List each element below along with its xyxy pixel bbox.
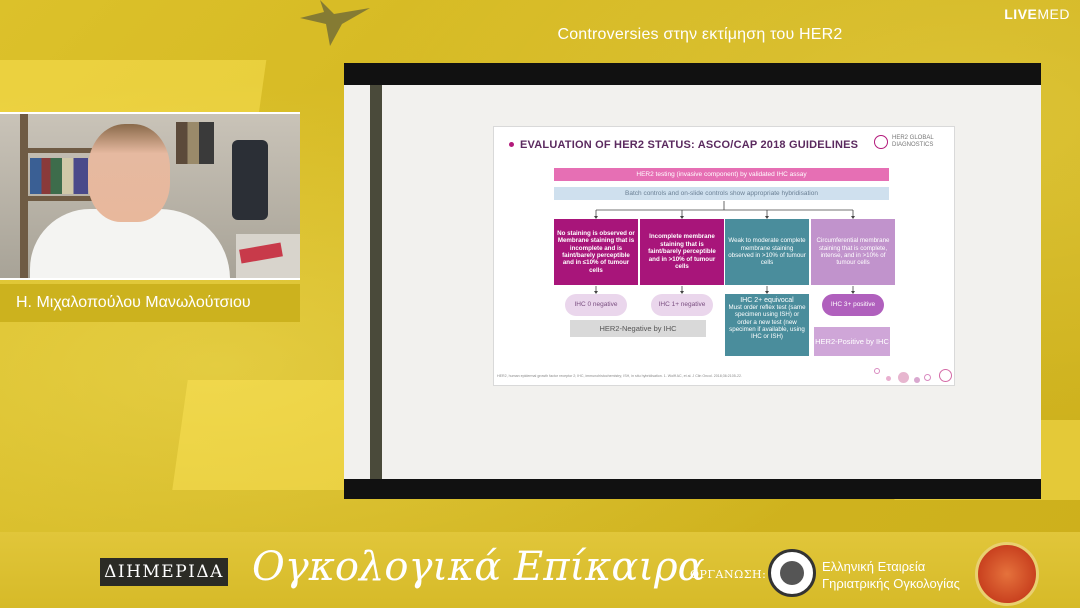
decor-circle [898,372,909,383]
positive-label: HER2-Positive by IHC [814,327,890,356]
result-ihc2: IHC 2+ equivocal Must order reflex test … [725,294,809,356]
presentation-screen: EVALUATION OF HER2 STATUS: ASCO/CAP 2018… [344,85,1041,479]
logo-live: LIVE [1004,6,1038,22]
speaker-name: Η. Μιχαλοπούλου Μανωλούτσιου [16,294,251,311]
decor-circle [914,377,920,383]
criteria-box-ihc2: Weak to moderate complete membrane stain… [725,219,809,285]
event-title: Ογκολογικά Επίκαιρα [252,544,705,590]
header-bar: Controversies στην εκτίμηση του HER2 [380,12,1020,58]
criteria-box-ihc1: Incomplete membrane staining that is fai… [640,219,724,285]
event-type-label: ΔΙΗΜΕΡΙΔΑ [100,558,228,586]
organizer-seal-icon [768,549,816,597]
negative-label: HER2-Negative by IHC [570,320,706,337]
speaker-face [88,124,170,222]
bookshelf-shelf [20,148,92,153]
organizer-name-line2: Γηριατρικής Ογκολογίας [822,576,960,591]
logo-med: MED [1037,6,1070,22]
result-ihc1: IHC 1+ negative [651,294,713,316]
decor-circle [874,368,880,374]
event-banner: ΔΙΗΜΕΡΙΔΑ Ογκολογικά Επίκαιρα ΟΡΓΑΝΩΣΗ: … [0,532,1080,608]
page-title: Controversies στην εκτίμηση του HER2 [557,26,843,43]
books [30,158,88,194]
organizer-name: Ελληνική Εταιρεία Γηριατρικής Ογκολογίας [822,558,960,592]
criteria-box-ihc0: No staining is observed or Membrane stai… [554,219,638,285]
result-ihc3: IHC 3+ positive [822,294,884,316]
criteria-box-ihc3: Circumferential membrane staining that i… [811,219,895,285]
bookshelf-shelf [20,196,92,201]
office-chair [232,140,268,220]
decor-circle [939,369,952,382]
screen-edge-strip [370,85,382,479]
decor-circle [886,376,891,381]
emblem-icon [975,542,1039,606]
organizer-name-line1: Ελληνική Εταιρεία [822,559,926,574]
speaker-video [0,112,300,280]
books [176,122,214,164]
slide: EVALUATION OF HER2 STATUS: ASCO/CAP 2018… [493,126,955,386]
result-ihc2-note: Must order reflex test (same specimen us… [728,304,806,341]
slide-footnote: HER2, human epidermal growth factor rece… [497,374,742,378]
speaker-name-bar: Η. Μιχαλοπούλου Μανωλούτσιου [0,284,300,322]
result-ihc0: IHC 0 negative [565,294,627,316]
presentation-frame: EVALUATION OF HER2 STATUS: ASCO/CAP 2018… [344,63,1041,499]
organizer-label: ΟΡΓΑΝΩΣΗ: [690,568,767,581]
decor-circle [924,374,931,381]
livemed-logo: LIVEMED [1004,6,1070,22]
result-ihc2-title: IHC 2+ equivocal [740,297,794,304]
